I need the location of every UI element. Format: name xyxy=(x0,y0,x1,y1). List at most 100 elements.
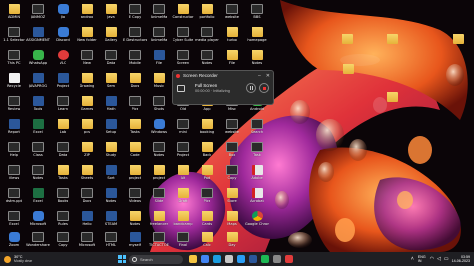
desktop-icon[interactable]: Draft xyxy=(171,186,195,209)
desktop-folder[interactable] xyxy=(380,90,404,113)
taskbar-search[interactable]: Search xyxy=(129,254,183,264)
desktop-icon[interactable]: Pics xyxy=(195,186,219,209)
recorder-icon[interactable] xyxy=(285,255,293,263)
desktop-icon[interactable]: Music xyxy=(147,71,171,94)
spotify-icon[interactable] xyxy=(261,255,269,263)
minimize-button[interactable]: – xyxy=(258,73,261,79)
desktop-icon[interactable]: Recycle xyxy=(2,71,26,94)
desktop-icon[interactable]: Mobile xyxy=(123,48,147,71)
battery-icon[interactable]: ▭ xyxy=(444,256,449,262)
desktop-icon[interactable]: androo xyxy=(75,2,99,25)
desktop-icon[interactable]: JAVAPROG xyxy=(26,71,50,94)
desktop-icon[interactable]: Excel xyxy=(26,186,50,209)
desktop-icon[interactable]: Pics xyxy=(123,94,147,117)
desktop-icon[interactable]: ZIP xyxy=(75,140,99,163)
settings-icon[interactable] xyxy=(273,255,281,263)
desktop-icon[interactable]: TICTACTOE xyxy=(147,230,171,253)
camera-icon[interactable] xyxy=(177,84,185,92)
desktop-icon[interactable]: Discord xyxy=(51,25,75,48)
desktop-icon[interactable]: File xyxy=(220,48,244,71)
start-button[interactable] xyxy=(118,255,126,263)
desktop-icon[interactable]: Microsoft xyxy=(26,209,50,232)
desktop-icon[interactable]: Windows xyxy=(147,117,171,140)
desktop-icon[interactable]: java xyxy=(99,2,123,25)
desktop-icon[interactable]: Wondershare xyxy=(26,230,50,253)
desktop-icon[interactable]: Pad xyxy=(195,163,219,186)
desktop-icon[interactable]: freelancer xyxy=(147,209,171,232)
desktop-icon[interactable]: Cards xyxy=(195,209,219,232)
desktop-icon[interactable]: Task xyxy=(245,140,269,163)
desktop-folder[interactable] xyxy=(336,62,360,85)
desktop-icon[interactable]: Class xyxy=(26,140,50,163)
desktop-icon[interactable]: turbo xyxy=(220,25,244,48)
desktop-icon[interactable]: Constructor xyxy=(171,2,195,25)
wifi-icon[interactable]: ◠ xyxy=(430,256,434,262)
desktop-icon[interactable]: Zoom xyxy=(2,230,26,253)
desktop-icon[interactable]: Setup xyxy=(99,117,123,140)
desktop-icon[interactable]: Back xyxy=(195,140,219,163)
desktop-icon[interactable]: Hello xyxy=(75,209,99,232)
desktop-icon[interactable]: Calc xyxy=(195,230,219,253)
desktop-icon[interactable]: Books xyxy=(51,186,75,209)
desktop-icon[interactable]: Data xyxy=(99,48,123,71)
desktop-icon[interactable]: AnimeMa xyxy=(147,2,171,25)
desktop-icon[interactable]: Excel xyxy=(26,117,50,140)
desktop-icon[interactable]: This PC xyxy=(2,48,26,71)
desktop-icon[interactable]: Day xyxy=(220,230,244,253)
desktop-icon[interactable]: E Copy xyxy=(123,2,147,25)
desktop-icon[interactable]: Drawing xyxy=(75,71,99,94)
desktop-icon[interactable]: STEAM xyxy=(99,209,123,232)
desktop-icon[interactable]: Acrobat xyxy=(245,186,269,209)
store-icon[interactable] xyxy=(225,255,233,263)
chrome-icon[interactable] xyxy=(201,255,209,263)
desktop-icon[interactable]: Tasks xyxy=(51,163,75,186)
desktop-icon[interactable]: Search xyxy=(245,117,269,140)
desktop-icon[interactable]: WhatsApp xyxy=(26,48,50,71)
desktop-icon[interactable]: Cyber Suite xyxy=(171,25,195,48)
weather-widget[interactable]: 30°C Mostly clear xyxy=(4,255,64,263)
desktop-icon[interactable]: dstm.ppt xyxy=(2,186,26,209)
desktop-icon[interactable]: Maps xyxy=(220,209,244,232)
desktop-icon[interactable]: Notes xyxy=(123,209,147,232)
word-icon[interactable] xyxy=(249,255,257,263)
speaker-icon[interactable]: ◁ xyxy=(437,256,441,262)
desktop-icon[interactable]: pcs xyxy=(75,117,99,140)
desktop-icon[interactable]: ASSIGNMENT xyxy=(26,25,50,48)
desktop-icon[interactable]: New folder xyxy=(75,25,99,48)
clock[interactable]: 03:59 14-06-2023 xyxy=(452,255,470,263)
desktop-icon[interactable]: Final xyxy=(171,230,195,253)
desktop-icon[interactable]: Shots xyxy=(147,94,171,117)
desktop-icon[interactable]: website xyxy=(220,117,244,140)
desktop-icon[interactable]: File xyxy=(147,48,171,71)
desktop-icon[interactable]: portfolio xyxy=(195,2,219,25)
screen-recorder-window[interactable]: Screen Recorder – ✕ Full Screen 00:00:00… xyxy=(172,70,274,105)
desktop-icon[interactable]: Lab xyxy=(51,117,75,140)
desktop-icon[interactable]: booking xyxy=(195,117,219,140)
desktop-icon[interactable]: Learn xyxy=(51,94,75,117)
desktop-icon[interactable]: Excel xyxy=(2,209,26,232)
desktop-icon[interactable]: Jio xyxy=(51,2,75,25)
desktop-icon[interactable]: media player xyxy=(195,25,219,48)
desktop-icon[interactable]: Notes xyxy=(245,48,269,71)
desktop-icon[interactable]: Copy xyxy=(220,163,244,186)
desktop-icon[interactable]: Math xyxy=(99,94,123,117)
desktop-icon[interactable]: myself xyxy=(123,230,147,253)
desktop-icon[interactable]: Alt xyxy=(171,163,195,186)
desktop-icon[interactable]: E Destructors xyxy=(123,25,147,48)
desktop-icon[interactable]: ADMIN xyxy=(2,2,26,25)
desktop-folder[interactable] xyxy=(446,32,470,55)
desktop-icon[interactable]: Help xyxy=(2,140,26,163)
pause-button[interactable] xyxy=(246,83,256,93)
desktop-icon[interactable]: HTML xyxy=(99,230,123,253)
desktop-folder[interactable] xyxy=(380,32,404,55)
close-button[interactable]: ✕ xyxy=(266,73,270,79)
desktop-icon[interactable]: Rules xyxy=(51,209,75,232)
desktop-icon[interactable]: BBS xyxy=(245,2,269,25)
desktop-icon[interactable]: Copy xyxy=(51,230,75,253)
desktop-icon[interactable]: Tasks xyxy=(123,117,147,140)
desktop-icon[interactable]: JANMOZ xyxy=(26,2,50,25)
vscode-icon[interactable] xyxy=(237,255,245,263)
desktop-icon[interactable]: Videos xyxy=(123,186,147,209)
desktop-icon[interactable]: Project xyxy=(51,71,75,94)
desktop-icon[interactable]: Notes xyxy=(195,48,219,71)
